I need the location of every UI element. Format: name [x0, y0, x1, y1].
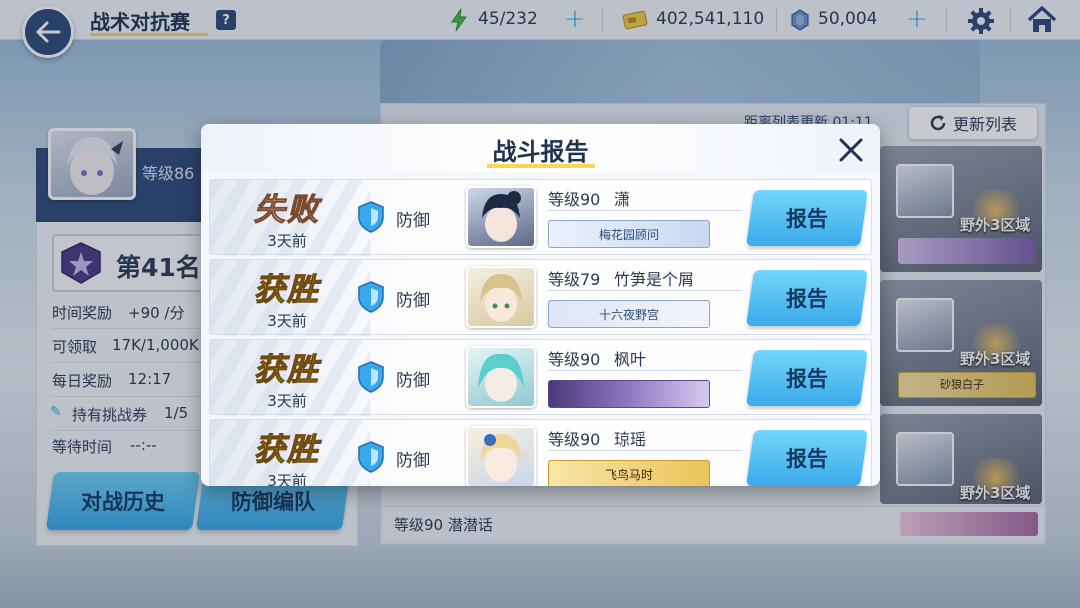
- battle-mode: 防御: [396, 451, 430, 471]
- opponent-name: 琼瑶: [614, 430, 647, 449]
- title-underline: [487, 164, 595, 168]
- battle-mode: 防御: [396, 211, 430, 231]
- shield-icon: [358, 361, 384, 393]
- report-row: 失败 3天前 防御 等级90 潇 梅花园顾问 报告: [209, 179, 872, 256]
- divider: [548, 210, 742, 211]
- battle-mode: 防御: [396, 371, 430, 391]
- result-label: 获胜: [254, 352, 320, 389]
- avatar: [466, 346, 536, 408]
- shield-icon: [358, 281, 384, 313]
- time-ago: 3天前: [267, 232, 307, 250]
- time-ago: 3天前: [267, 472, 307, 486]
- opponent-name: 潇: [614, 190, 631, 209]
- avatar: [466, 426, 536, 486]
- report-row: 获胜 3天前 防御 等级90 枫叶 报告: [209, 339, 872, 416]
- report-button[interactable]: 报告: [746, 190, 868, 246]
- battle-mode: 防御: [396, 291, 430, 311]
- time-ago: 3天前: [267, 392, 307, 410]
- opponent-name: 枫叶: [614, 350, 647, 369]
- report-row: 获胜 3天前 防御 等级90 琼瑶 飞鸟马时 报告: [209, 419, 872, 486]
- report-row: 获胜 3天前 防御 等级79 竹笋是个屑 十六夜野宫 报告: [209, 259, 872, 336]
- avatar: [466, 266, 536, 328]
- close-icon: [839, 138, 863, 162]
- shield-icon: [358, 201, 384, 233]
- close-button[interactable]: [833, 132, 869, 168]
- avatar: [466, 186, 536, 248]
- report-button[interactable]: 报告: [746, 350, 868, 406]
- divider: [548, 370, 742, 371]
- result-label: 失败: [254, 192, 320, 229]
- divider: [548, 290, 742, 291]
- modal-title: 战斗报告: [492, 138, 589, 166]
- opponent-name: 竹笋是个屑: [614, 270, 695, 289]
- result-label: 获胜: [254, 272, 320, 309]
- result-label: 获胜: [254, 432, 320, 469]
- shield-icon: [358, 441, 384, 473]
- opponent-level: 等级90: [548, 190, 601, 209]
- opponent-title-tag: 十六夜野宫: [548, 300, 710, 328]
- report-button[interactable]: 报告: [746, 430, 868, 486]
- divider: [548, 450, 742, 451]
- opponent-title-tag: 梅花园顾问: [548, 220, 710, 248]
- opponent-title-tag: [548, 380, 710, 408]
- opponent-level: 等级90: [548, 430, 601, 449]
- battle-report-modal: 战斗报告 失败 3天前 防御 等级90 潇 梅花园顾问 报告 获胜 3天前 防御…: [201, 124, 880, 486]
- opponent-title-tag: 飞鸟马时: [548, 460, 710, 486]
- report-button[interactable]: 报告: [746, 270, 868, 326]
- opponent-level: 等级79: [548, 270, 601, 289]
- time-ago: 3天前: [267, 312, 307, 330]
- opponent-level: 等级90: [548, 350, 601, 369]
